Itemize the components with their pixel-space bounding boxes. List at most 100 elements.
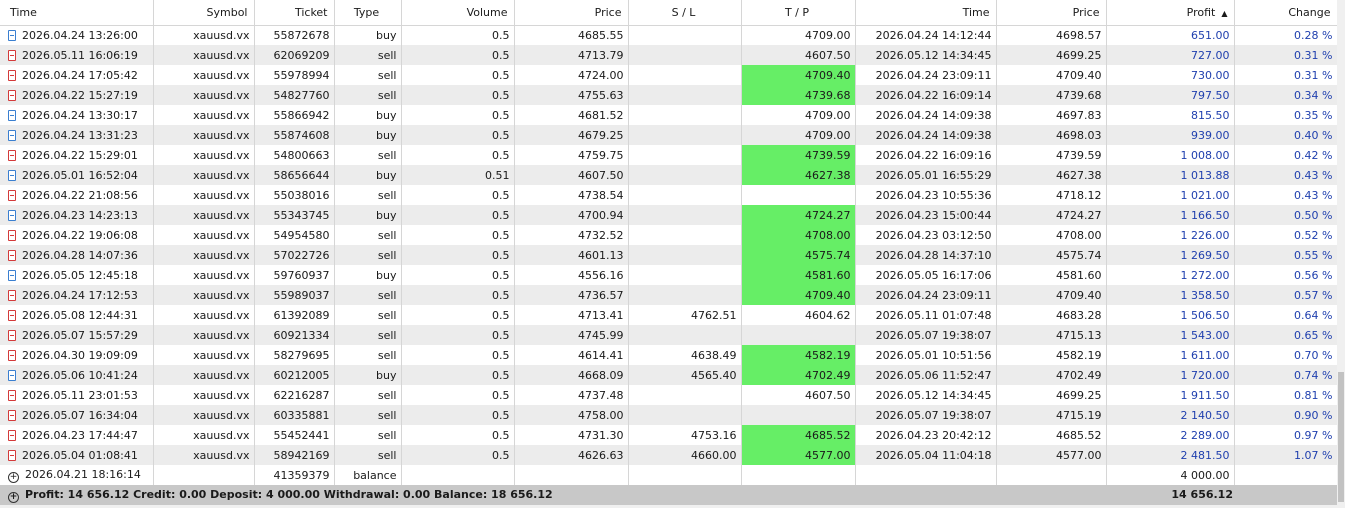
balance-time-text: 2026.04.21 18:16:14	[25, 467, 141, 481]
table-row[interactable]: 2026.04.24 13:26:00 xauusd.vx 55872678 buy 0…	[0, 25, 1338, 45]
table-row[interactable]: 2026.05.07 16:34:04 xauusd.vx 60335881 sell…	[0, 405, 1338, 425]
col-header-ticket[interactable]: Ticket	[254, 0, 335, 26]
cell-close-time: 2026.05.12 14:34:45	[855, 45, 997, 65]
sell-order-icon	[8, 189, 16, 201]
cell-price: 4685.55	[514, 25, 629, 45]
cell-close-price: 4724.27	[996, 205, 1107, 225]
cell-time-text: 2026.05.04 01:08:41	[22, 448, 138, 462]
col-header-type[interactable]: Type	[334, 0, 402, 26]
cell-close-time: 2026.05.01 16:55:29	[855, 165, 997, 185]
cell-type: sell	[334, 85, 402, 105]
cell-price: 4626.63	[514, 445, 629, 465]
cell-close-price: 4715.19	[996, 405, 1107, 425]
col-header-price[interactable]: Price	[514, 0, 629, 26]
table-row[interactable]: 2026.04.22 19:06:08 xauusd.vx 54954580 sell…	[0, 225, 1338, 245]
cell-symbol: xauusd.vx	[153, 245, 255, 265]
cell-tp: 4739.59	[741, 145, 856, 165]
cell-symbol: xauusd.vx	[153, 325, 255, 345]
col-header-close-price[interactable]: Price	[996, 0, 1107, 26]
expand-icon[interactable]: +	[8, 471, 19, 483]
cell-type: sell	[334, 425, 402, 445]
cell-tp	[741, 325, 856, 345]
table-row[interactable]: 2026.05.06 10:41:24 xauusd.vx 60212005 buy 0…	[0, 365, 1338, 385]
cell-volume: 0.5	[401, 105, 515, 125]
table-row[interactable]: 2026.05.11 16:06:19 xauusd.vx 62069209 sell…	[0, 45, 1338, 65]
cell-price: 4679.25	[514, 125, 629, 145]
cell-symbol: xauusd.vx	[153, 85, 255, 105]
table-row[interactable]: 2026.04.24 17:12:53 xauusd.vx 55989037 sell…	[0, 285, 1338, 305]
cell-ticket: 60921334	[254, 325, 335, 345]
cell-close-time: 2026.04.24 23:09:11	[855, 65, 997, 85]
col-header-sl[interactable]: S / L	[628, 0, 742, 26]
table-row[interactable]: 2026.04.28 14:07:36 xauusd.vx 57022726 sell…	[0, 245, 1338, 265]
table-row[interactable]: 2026.04.23 14:23:13 xauusd.vx 55343745 buy 0…	[0, 205, 1338, 225]
scrollbar-thumb[interactable]	[1338, 372, 1344, 502]
table-row[interactable]: 2026.05.11 23:01:53 xauusd.vx 62216287 sell…	[0, 385, 1338, 405]
table-row[interactable]: 2026.04.24 13:30:17 xauusd.vx 55866942 buy 0…	[0, 105, 1338, 125]
table-row[interactable]: 2026.05.07 15:57:29 xauusd.vx 60921334 sell…	[0, 325, 1338, 345]
cell-volume: 0.5	[401, 325, 515, 345]
cell-price: 4758.00	[514, 405, 629, 425]
trade-rows: 2026.04.24 13:26:00 xauusd.vx 55872678 buy 0…	[0, 25, 1338, 485]
cell-time: 2026.04.28 14:07:36	[0, 245, 154, 265]
cell-time: 2026.04.23 17:44:47	[0, 425, 154, 445]
sell-order-icon	[8, 89, 16, 101]
cell-symbol: xauusd.vx	[153, 265, 255, 285]
cell-close-time: 2026.04.28 14:37:10	[855, 245, 997, 265]
col-header-symbol[interactable]: Symbol	[153, 0, 255, 26]
trade-history-table: Time Symbol Ticket Type Volume Price S /…	[0, 0, 1338, 485]
cell-time: 2026.04.22 15:29:01	[0, 145, 154, 165]
cell-type: sell	[334, 45, 402, 65]
table-row[interactable]: 2026.05.05 12:45:18 xauusd.vx 59760937 buy 0…	[0, 265, 1338, 285]
expand-icon[interactable]: +	[8, 492, 19, 503]
cell-time: 2026.04.23 14:23:13	[0, 205, 154, 225]
cell-close-price: 4718.12	[996, 185, 1107, 205]
col-header-close-time[interactable]: Time	[855, 0, 997, 26]
cell-ticket: 54827760	[254, 85, 335, 105]
balance-cell-close-time	[855, 465, 997, 485]
balance-row[interactable]: +2026.04.21 18:16:14 41359379 balance 4 000…	[0, 465, 1338, 485]
table-row[interactable]: 2026.04.24 17:05:42 xauusd.vx 55978994 sell…	[0, 65, 1338, 85]
cell-tp: 4607.50	[741, 45, 856, 65]
cell-sl	[628, 225, 742, 245]
sell-order-icon	[8, 69, 16, 81]
cell-ticket: 55343745	[254, 205, 335, 225]
table-row[interactable]: 2026.04.22 21:08:56 xauusd.vx 55038016 sell…	[0, 185, 1338, 205]
table-row[interactable]: 2026.04.22 15:27:19 xauusd.vx 54827760 sell…	[0, 85, 1338, 105]
table-row[interactable]: 2026.04.22 15:29:01 xauusd.vx 54800663 sell…	[0, 145, 1338, 165]
table-row[interactable]: 2026.05.01 16:52:04 xauusd.vx 58656644 buy 0…	[0, 165, 1338, 185]
col-header-change[interactable]: Change	[1234, 0, 1338, 26]
cell-change: 0.57 %	[1234, 285, 1338, 305]
table-row[interactable]: 2026.05.04 01:08:41 xauusd.vx 58942169 sell…	[0, 445, 1338, 465]
cell-ticket: 57022726	[254, 245, 335, 265]
cell-type: buy	[334, 265, 402, 285]
cell-profit: 727.00	[1106, 45, 1235, 65]
col-header-profit[interactable]: Profit ▲	[1106, 0, 1235, 26]
cell-close-time: 2026.04.23 03:12:50	[855, 225, 997, 245]
col-header-volume[interactable]: Volume	[401, 0, 515, 26]
cell-volume: 0.5	[401, 285, 515, 305]
table-row[interactable]: 2026.04.30 19:09:09 xauusd.vx 58279695 sell…	[0, 345, 1338, 365]
table-header: Time Symbol Ticket Type Volume Price S /…	[0, 0, 1338, 26]
cell-tp: 4607.50	[741, 385, 856, 405]
cell-time: 2026.05.06 10:41:24	[0, 365, 154, 385]
table-row[interactable]: 2026.05.08 12:44:31 xauusd.vx 61392089 sell…	[0, 305, 1338, 325]
cell-close-time: 2026.05.11 01:07:48	[855, 305, 997, 325]
sell-order-icon	[8, 449, 16, 461]
cell-tp: 4604.62	[741, 305, 856, 325]
col-header-time[interactable]: Time	[0, 0, 154, 26]
cell-price: 4681.52	[514, 105, 629, 125]
table-row[interactable]: 2026.04.24 13:31:23 xauusd.vx 55874608 buy 0…	[0, 125, 1338, 145]
cell-tp: 4739.68	[741, 85, 856, 105]
cell-price: 4732.52	[514, 225, 629, 245]
col-header-tp[interactable]: T / P	[741, 0, 856, 26]
cell-time-text: 2026.04.22 21:08:56	[22, 188, 138, 202]
sell-order-icon	[8, 229, 16, 241]
cell-time-text: 2026.05.11 23:01:53	[22, 388, 138, 402]
balance-cell-volume	[401, 465, 515, 485]
cell-volume: 0.51	[401, 165, 515, 185]
cell-time: 2026.05.07 15:57:29	[0, 325, 154, 345]
table-row[interactable]: 2026.04.23 17:44:47 xauusd.vx 55452441 sell…	[0, 425, 1338, 445]
cell-price: 4738.54	[514, 185, 629, 205]
cell-type: buy	[334, 205, 402, 225]
